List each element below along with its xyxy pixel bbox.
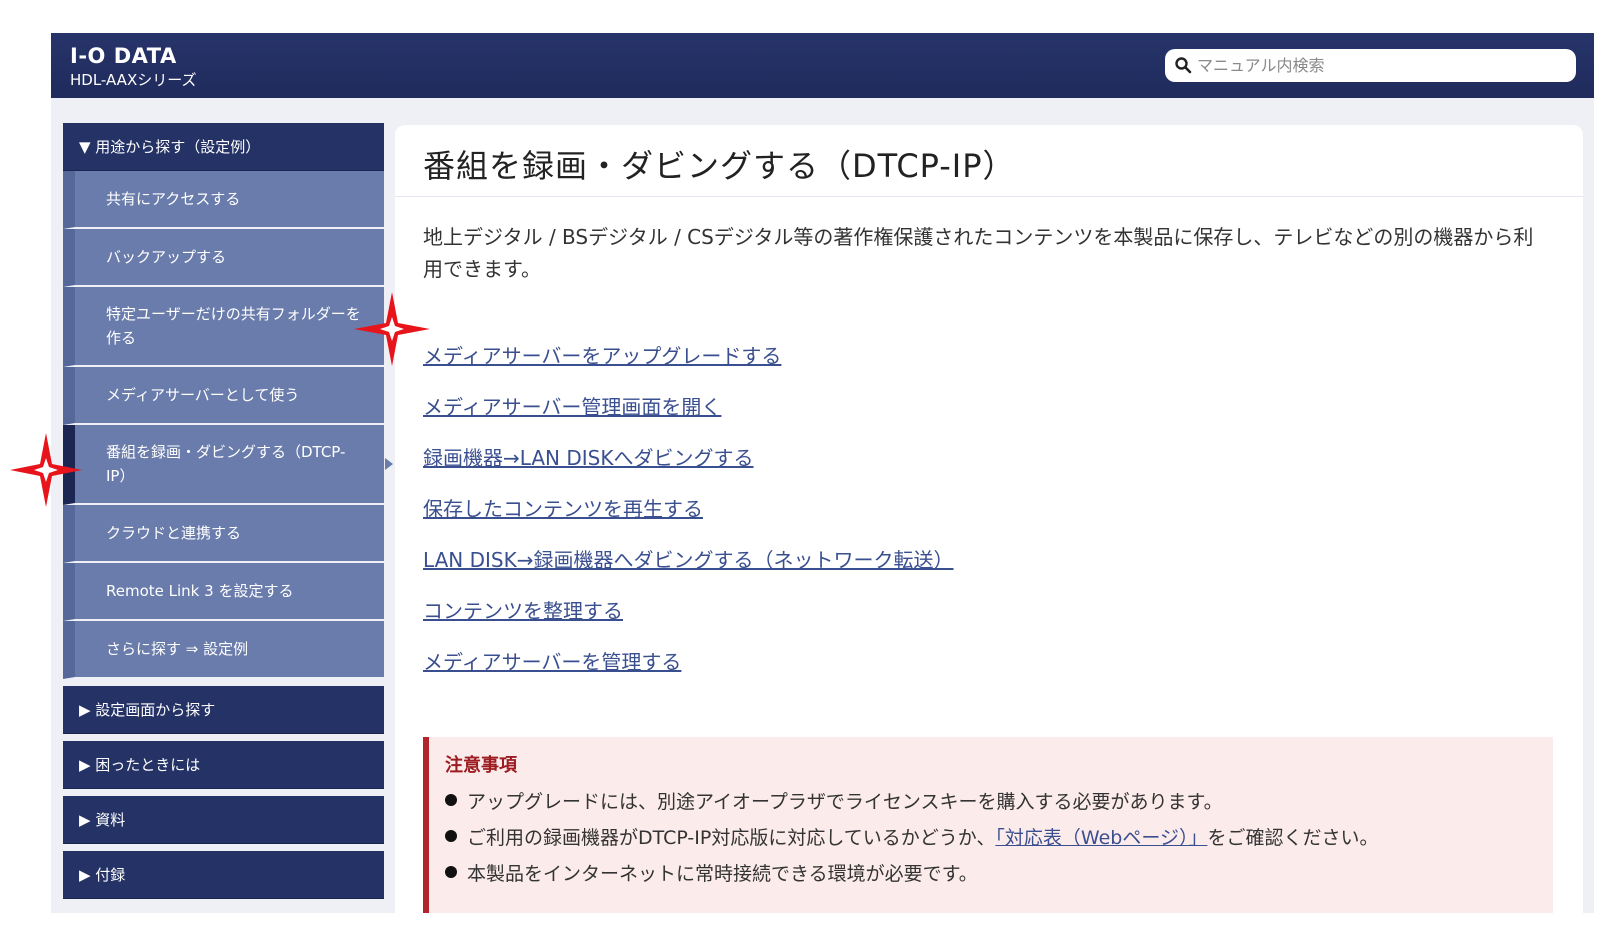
sidebar-nav: ▼ 用途から探す（設定例） 共有にアクセスする バックアップする 特定ユーザーだ… (63, 123, 393, 906)
sidebar-item-label: 共有にアクセスする (106, 190, 241, 208)
title-divider (395, 196, 1583, 197)
bullet-icon (445, 866, 457, 878)
compatibility-table-link[interactable]: 「対応表（Webページ）」 (995, 827, 1207, 849)
link-play-content[interactable]: 保存したコンテンツを再生する (423, 494, 953, 545)
notice-text: アップグレードには、別途アイオープラザでライセンスキーを購入する必要があります。 (467, 791, 1223, 813)
sidebar-item-cloud[interactable]: クラウドと連携する (63, 505, 384, 563)
sidebar-item-label: Remote Link 3 を設定する (106, 582, 294, 600)
sidebar-item-dtcp-ip[interactable]: 番組を録画・ダビングする（DTCP-IP） (63, 425, 393, 505)
red-four-point-star-icon (10, 433, 82, 507)
product-series-label: HDL-AAXシリーズ (70, 71, 197, 89)
sidebar-item-remote-link[interactable]: Remote Link 3 を設定する (63, 563, 384, 621)
notice-text: ご利用の録画機器がDTCP-IP対応版に対応しているかどうか、 (467, 827, 996, 849)
search-box[interactable] (1165, 49, 1576, 82)
link-dub-to-recorder[interactable]: LAN DISK→録画機器へダビングする（ネットワーク転送） (423, 545, 953, 596)
sidebar-item-label: さらに探す ⇒ 設定例 (106, 640, 249, 658)
page-title: 番組を録画・ダビングする（DTCP-IP） (423, 147, 1016, 185)
main-content: 番組を録画・ダビングする（DTCP-IP） 地上デジタル / BSデジタル / … (395, 125, 1583, 913)
brand-logo[interactable]: I-O DATA (70, 44, 177, 68)
link-dub-to-lan-disk[interactable]: 録画機器→LAN DISKへダビングする (423, 443, 953, 494)
sidebar-section-troubleshooting[interactable]: ▶ 困ったときには (63, 741, 384, 789)
sidebar-item-more-examples[interactable]: さらに探す ⇒ 設定例 (63, 621, 384, 679)
intro-text: 地上デジタル / BSデジタル / CSデジタル等の著作権保護されたコンテンツを… (423, 225, 1534, 281)
site-header: I-O DATA HDL-AAXシリーズ (51, 33, 1594, 98)
sidebar-section-appendix[interactable]: ▶ 付録 (63, 851, 384, 899)
manual-page: I-O DATA HDL-AAXシリーズ ▼ 用途から探す（設定例） 共有にアク… (51, 33, 1594, 913)
sidebar-item-label: クラウドと連携する (106, 524, 242, 542)
topic-links: メディアサーバーをアップグレードする メディアサーバー管理画面を開く 録画機器→… (423, 341, 953, 698)
sidebar-item-backup[interactable]: バックアップする (63, 229, 384, 287)
notice-title: 注意事項 (445, 755, 517, 776)
link-organize-content[interactable]: コンテンツを整理する (423, 596, 953, 647)
sidebar-section-usage[interactable]: ▼ 用途から探す（設定例） (63, 123, 384, 171)
red-four-point-star-icon (354, 292, 430, 366)
notice-text: をご確認ください。 (1207, 827, 1379, 849)
sidebar-item-label: メディアサーバーとして使う (106, 386, 300, 404)
sidebar-item-label: 特定ユーザーだけの共有フォルダーを作る (106, 305, 361, 347)
sidebar-section-materials[interactable]: ▶ 資料 (63, 796, 384, 844)
sidebar-item-media-server[interactable]: メディアサーバーとして使う (63, 367, 384, 425)
bullet-icon (445, 830, 457, 842)
link-upgrade-media-server[interactable]: メディアサーバーをアップグレードする (423, 341, 953, 392)
sidebar-item-label: バックアップする (106, 248, 227, 266)
sidebar-items: 共有にアクセスする バックアップする 特定ユーザーだけの共有フォルダーを作る メ… (63, 171, 393, 679)
sidebar-item-user-folder[interactable]: 特定ユーザーだけの共有フォルダーを作る (63, 287, 384, 367)
bullet-icon (445, 794, 457, 806)
link-open-media-admin[interactable]: メディアサーバー管理画面を開く (423, 392, 953, 443)
sidebar-item-label: 番組を録画・ダビングする（DTCP-IP） (106, 443, 346, 485)
notice-item: ご利用の録画機器がDTCP-IP対応版に対応しているかどうか、「対応表（Webペ… (445, 823, 1553, 859)
notice-item: 本製品をインターネットに常時接続できる環境が必要です。 (445, 859, 1553, 895)
sidebar-item-shared-access[interactable]: 共有にアクセスする (63, 171, 384, 229)
notice-text: 本製品をインターネットに常時接続できる環境が必要です。 (467, 863, 978, 885)
sidebar-section-settings[interactable]: ▶ 設定画面から探す (63, 686, 384, 734)
notice-box: 注意事項 アップグレードには、別途アイオープラザでライセンスキーを購入する必要が… (423, 737, 1553, 913)
search-icon[interactable] (1174, 56, 1192, 74)
notice-item: アップグレードには、別途アイオープラザでライセンスキーを購入する必要があります。 (445, 787, 1553, 823)
search-input[interactable] (1197, 53, 1567, 78)
link-manage-media-server[interactable]: メディアサーバーを管理する (423, 647, 953, 698)
